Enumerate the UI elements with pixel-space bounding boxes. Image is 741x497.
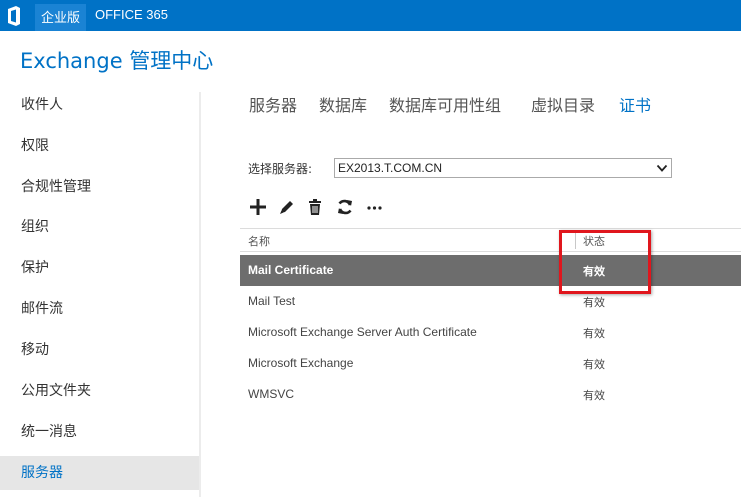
nav-item-public-folders[interactable]: 公用文件夹 (0, 374, 199, 408)
nav-item-mail-flow[interactable]: 邮件流 (0, 292, 199, 326)
cell-name: Mail Certificate (248, 263, 334, 277)
nav-item-mobile[interactable]: 移动 (0, 333, 199, 367)
refresh-icon[interactable] (335, 197, 355, 217)
chevron-down-icon[interactable] (656, 162, 668, 174)
nav-item-permissions[interactable]: 权限 (0, 129, 199, 163)
nav-item-recipients[interactable]: 收件人 (0, 88, 199, 122)
nav-item-label: 合规性管理 (21, 179, 91, 195)
add-icon[interactable] (248, 197, 268, 217)
nav-item-protection[interactable]: 保护 (0, 251, 199, 285)
nav-item-label: 权限 (21, 138, 49, 154)
cell-name: Microsoft Exchange (248, 356, 354, 370)
table-row[interactable]: Mail Test 有效 (240, 286, 741, 317)
server-select-label: 选择服务器: (248, 162, 313, 176)
nav-item-label: 保护 (21, 260, 49, 276)
cell-status: 有效 (583, 296, 605, 309)
tab-virtual-directories[interactable]: 虚拟目录 (531, 92, 595, 116)
page-title: Exchange 管理中心 (20, 49, 214, 73)
edit-icon[interactable] (277, 197, 297, 217)
table-row[interactable]: WMSVC 有效 (240, 379, 741, 410)
top-bar: 企业版 OFFICE 365 (0, 0, 741, 31)
delete-icon[interactable] (305, 197, 325, 217)
cell-name: WMSVC (248, 387, 294, 401)
nav-item-organization[interactable]: 组织 (0, 210, 199, 244)
tab-database-availability-groups[interactable]: 数据库可用性组 (389, 92, 501, 116)
cell-status: 有效 (583, 358, 605, 371)
left-nav: 收件人 权限 合规性管理 组织 保护 邮件流 移动 公用文件夹 统一消息 服务器 (0, 84, 199, 497)
table-row[interactable]: Microsoft Exchange Server Auth Certifica… (240, 317, 741, 348)
nav-item-label: 组织 (21, 219, 49, 235)
nav-divider (199, 92, 201, 497)
nav-item-label: 移动 (21, 342, 49, 358)
cell-status: 有效 (583, 327, 605, 340)
cell-name: Mail Test (248, 294, 296, 308)
office365-link[interactable]: OFFICE 365 (95, 7, 168, 22)
nav-item-label: 统一消息 (21, 424, 77, 440)
nav-item-label: 收件人 (21, 97, 63, 113)
column-header-name[interactable]: 名称 (248, 233, 270, 249)
cell-status: 有效 (583, 389, 605, 402)
table-header: 名称 状态 (240, 228, 741, 252)
tab-servers[interactable]: 服务器 (249, 92, 297, 116)
nav-item-servers[interactable]: 服务器 (0, 456, 199, 490)
nav-item-label: 服务器 (21, 465, 63, 481)
nav-item-compliance[interactable]: 合规性管理 (0, 170, 199, 204)
server-select[interactable]: EX2013.T.COM.CN (334, 158, 672, 178)
nav-item-label: 公用文件夹 (21, 383, 91, 399)
tab-databases[interactable]: 数据库 (319, 92, 367, 116)
office-logo-icon[interactable] (6, 6, 22, 26)
table-row[interactable]: Microsoft Exchange 有效 (240, 348, 741, 379)
status-highlight-annotation (559, 230, 651, 294)
tab-certificates[interactable]: 证书 (619, 92, 651, 116)
more-icon[interactable] (365, 197, 385, 217)
nav-item-unified-messaging[interactable]: 统一消息 (0, 415, 199, 449)
table-row[interactable]: Mail Certificate 有效 (240, 255, 741, 286)
edition-link[interactable]: 企业版 (35, 4, 87, 31)
server-select-value: EX2013.T.COM.CN (338, 161, 443, 175)
nav-item-label: 邮件流 (21, 301, 63, 317)
cell-name: Microsoft Exchange Server Auth Certifica… (248, 325, 477, 339)
